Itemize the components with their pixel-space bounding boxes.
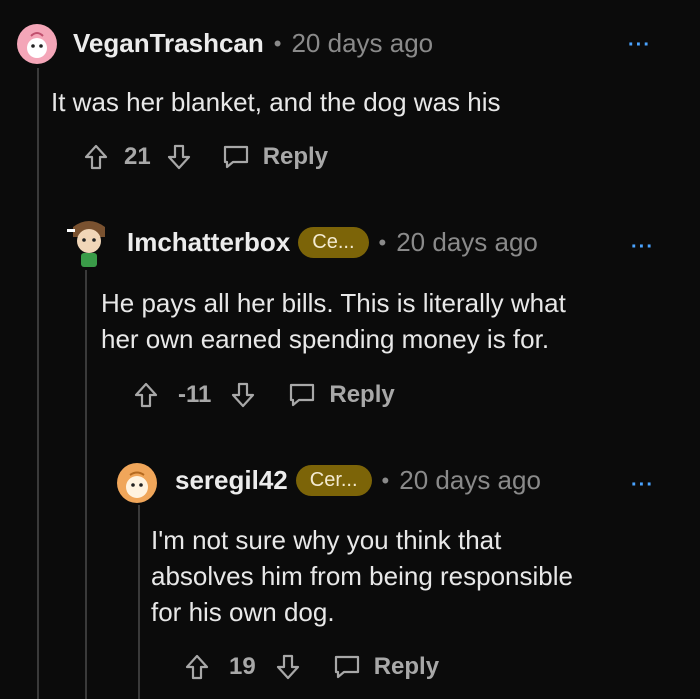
timestamp: 20 days ago <box>399 465 541 495</box>
score: -11 <box>178 381 212 408</box>
comment-text: I'm not sure why you think that absolves… <box>151 522 573 630</box>
reply-label: Reply <box>329 381 395 408</box>
user-flair-badge[interactable]: Cer... <box>295 465 372 496</box>
thread-line-3[interactable] <box>138 505 140 699</box>
more-options-button[interactable]: ··· <box>628 34 651 57</box>
more-options-button[interactable]: ··· <box>631 236 654 259</box>
downvote-icon[interactable] <box>229 381 257 409</box>
comment-text: It was her blanket, and the dog was his <box>51 87 501 117</box>
more-options-button[interactable]: ··· <box>631 474 654 497</box>
comment-bubble-icon <box>223 145 248 169</box>
username[interactable]: Imchatterbox <box>127 227 290 258</box>
comment-bubble-icon <box>334 655 359 679</box>
avatar-image-icon <box>27 32 47 58</box>
reply-button[interactable]: Reply <box>332 653 439 681</box>
user-flair-badge[interactable]: Ce... <box>298 227 369 258</box>
score: 19 <box>229 653 256 680</box>
upvote-icon[interactable] <box>183 653 211 681</box>
thread-line-2[interactable] <box>85 270 87 699</box>
comment-text-line: I'm not sure why you think that <box>151 525 502 555</box>
comment-text-line: He pays all her bills. This is literally… <box>101 288 566 318</box>
avatar[interactable] <box>17 24 57 64</box>
reply-label: Reply <box>262 143 329 170</box>
separator-dot: • <box>381 467 390 493</box>
avatar-image-icon <box>67 221 105 267</box>
timestamp: 20 days ago <box>291 28 434 58</box>
downvote-icon[interactable] <box>165 143 193 171</box>
separator-dot: • <box>273 30 282 56</box>
score: 21 <box>124 143 151 170</box>
username[interactable]: seregil42 <box>175 465 288 496</box>
thread-line-1[interactable] <box>37 68 39 699</box>
comment-text-line: absolves him from being responsible <box>151 561 573 591</box>
comment-text-line: for his own dog. <box>151 597 335 627</box>
comment-text: He pays all her bills. This is literally… <box>101 285 566 357</box>
avatar[interactable] <box>65 217 113 269</box>
avatar[interactable] <box>117 463 157 503</box>
separator-dot: • <box>378 229 387 255</box>
timestamp: 20 days ago <box>396 227 538 257</box>
username[interactable]: VeganTrashcan <box>73 28 264 59</box>
reply-button[interactable]: Reply <box>287 381 395 409</box>
downvote-icon[interactable] <box>274 653 302 681</box>
reply-button[interactable]: Reply <box>221 143 328 171</box>
comment-bubble-icon <box>290 383 315 407</box>
upvote-icon[interactable] <box>82 143 110 171</box>
reply-label: Reply <box>373 653 440 680</box>
comment-text-line: her own earned spending money is for. <box>101 324 550 354</box>
avatar-image-icon <box>126 471 148 498</box>
upvote-icon[interactable] <box>132 381 160 409</box>
